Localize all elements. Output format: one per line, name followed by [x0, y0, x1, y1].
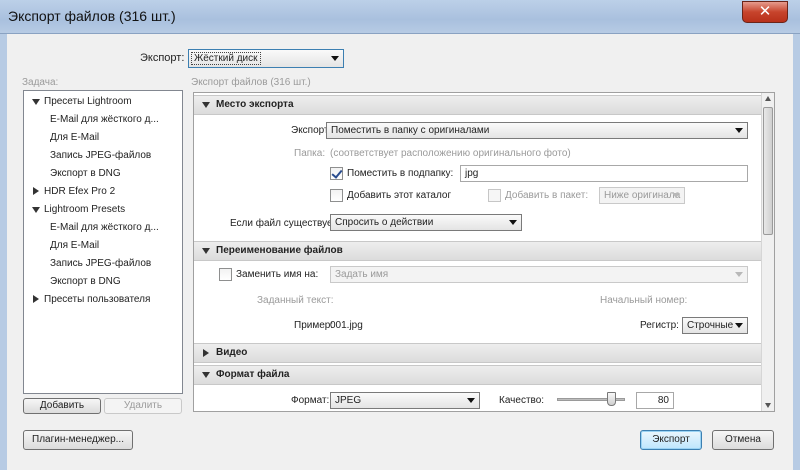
tree-item[interactable]: Запись JPEG-файлов [50, 258, 151, 269]
expand-arrow-icon [202, 102, 210, 108]
tree-item[interactable]: E-Mail для жёсткого д... [50, 114, 159, 125]
plugin-manager-button[interactable]: Плагин-менеджер... [23, 430, 133, 450]
case-select[interactable]: Строчные [682, 317, 748, 334]
folder-label: Папка: [294, 148, 326, 159]
tree-item[interactable]: Запись JPEG-файлов [50, 150, 151, 161]
chevron-down-icon [735, 128, 743, 133]
section-title: Место экспорта [216, 99, 294, 110]
case-value: Строчные [687, 320, 734, 331]
tree-group-lightroom-presets-en[interactable]: Lightroom Presets [44, 204, 125, 215]
rename-template-select[interactable]: Задать имя [330, 266, 748, 283]
panel-header: Экспорт файлов (316 шт.) [191, 77, 311, 88]
add-stack-checkbox[interactable] [488, 189, 501, 202]
tree-item[interactable]: Экспорт в DNG [50, 276, 121, 287]
folder-value: (соответствует расположению оригинальног… [330, 148, 571, 159]
export-target-select[interactable]: Жёсткий диск [188, 49, 344, 68]
subfolder-input[interactable]: jpg [460, 165, 748, 182]
add-catalog-label: Добавить этот каталог [347, 190, 452, 201]
file-exists-label: Если файл существует: [230, 218, 340, 229]
case-label: Регистр: [640, 320, 679, 331]
export-settings-panel: Место экспорта Экспорт: Поместить в папк… [193, 92, 775, 412]
chevron-down-icon [331, 56, 339, 61]
tree-group-hdr-efex[interactable]: HDR Efex Pro 2 [44, 186, 115, 197]
subfolder-label: Поместить в подпапку: [347, 168, 454, 179]
chevron-down-icon [672, 193, 680, 198]
section-video[interactable]: Видео [194, 343, 762, 363]
chevron-down-icon [467, 398, 475, 403]
expand-arrow-icon [202, 372, 210, 378]
tree-item[interactable]: Для E-Mail [50, 240, 99, 251]
file-exists-select[interactable]: Спросить о действии [330, 214, 522, 231]
expand-arrow-icon [202, 248, 210, 254]
task-label: Задача: [22, 77, 59, 88]
tree-group-lightroom-presets[interactable]: Пресеты Lightroom [44, 96, 132, 107]
rename-checkbox[interactable] [219, 268, 232, 281]
tree-group-user-presets[interactable]: Пресеты пользователя [44, 294, 150, 305]
location-export-value: Поместить в папку с оригиналами [331, 125, 490, 136]
format-select[interactable]: JPEG [330, 392, 480, 409]
expand-arrow-icon[interactable] [32, 99, 40, 105]
tree-item[interactable]: Для E-Mail [50, 132, 99, 143]
quality-input[interactable]: 80 [636, 392, 674, 409]
rename-label: Заменить имя на: [236, 269, 319, 280]
example-value: 001.jpg [330, 320, 363, 331]
window-frame-left [0, 34, 7, 470]
section-file-format[interactable]: Формат файла [194, 365, 762, 385]
expand-arrow-icon[interactable] [32, 207, 40, 213]
scroll-down-icon[interactable] [765, 403, 771, 408]
format-label: Формат: [291, 395, 330, 406]
section-file-renaming[interactable]: Переименование файлов [194, 241, 762, 261]
example-label: Пример: [294, 320, 334, 331]
add-preset-button[interactable]: Добавить [23, 398, 101, 414]
panel-scrollbar[interactable] [761, 93, 774, 411]
cancel-button[interactable]: Отмена [712, 430, 774, 450]
quality-label: Качество: [499, 395, 545, 406]
close-button[interactable]: ✕ [742, 1, 788, 23]
chevron-down-icon [735, 323, 743, 328]
stack-position-select[interactable]: Ниже оригинала [599, 187, 685, 204]
section-title: Формат файла [216, 369, 290, 380]
scroll-up-icon[interactable] [765, 96, 771, 101]
export-target-label: Экспорт: [140, 52, 185, 64]
section-export-location[interactable]: Место экспорта [194, 95, 762, 115]
format-value: JPEG [335, 395, 362, 406]
window-title: Экспорт файлов (316 шт.) [8, 8, 176, 24]
file-exists-value: Спросить о действии [335, 217, 434, 228]
collapse-arrow-icon[interactable] [33, 295, 39, 303]
close-icon: ✕ [758, 3, 772, 20]
preset-tree[interactable]: Пресеты Lightroom E-Mail для жёсткого д.… [23, 90, 183, 394]
title-bar[interactable]: Экспорт файлов (316 шт.) ✕ [0, 0, 800, 34]
add-stack-label: Добавить в пакет: [505, 190, 589, 201]
custom-text-label: Заданный текст: [257, 295, 334, 306]
section-title: Переименование файлов [216, 245, 343, 256]
collapse-arrow-icon [203, 349, 209, 357]
chevron-down-icon [509, 220, 517, 225]
export-target-value: Жёсткий диск [191, 52, 261, 65]
start-number-label: Начальный номер: [600, 295, 688, 306]
tree-item[interactable]: E-Mail для жёсткого д... [50, 222, 159, 233]
remove-preset-button[interactable]: Удалить [104, 398, 182, 414]
dialog-body: Экспорт: Жёсткий диск Задача: Пресеты Li… [7, 34, 793, 470]
add-catalog-checkbox[interactable] [330, 189, 343, 202]
export-button[interactable]: Экспорт [640, 430, 702, 450]
location-export-select[interactable]: Поместить в папку с оригиналами [326, 122, 748, 139]
collapse-arrow-icon[interactable] [33, 187, 39, 195]
rename-template-value: Задать имя [335, 269, 389, 280]
tree-item[interactable]: Экспорт в DNG [50, 168, 121, 179]
window-frame-right [793, 34, 800, 470]
section-title: Видео [216, 347, 248, 358]
stack-position-value: Ниже оригинала [604, 190, 681, 201]
scroll-thumb[interactable] [763, 107, 773, 235]
subfolder-checkbox[interactable] [330, 167, 343, 180]
quality-slider-thumb[interactable] [607, 392, 617, 406]
chevron-down-icon [735, 272, 743, 277]
